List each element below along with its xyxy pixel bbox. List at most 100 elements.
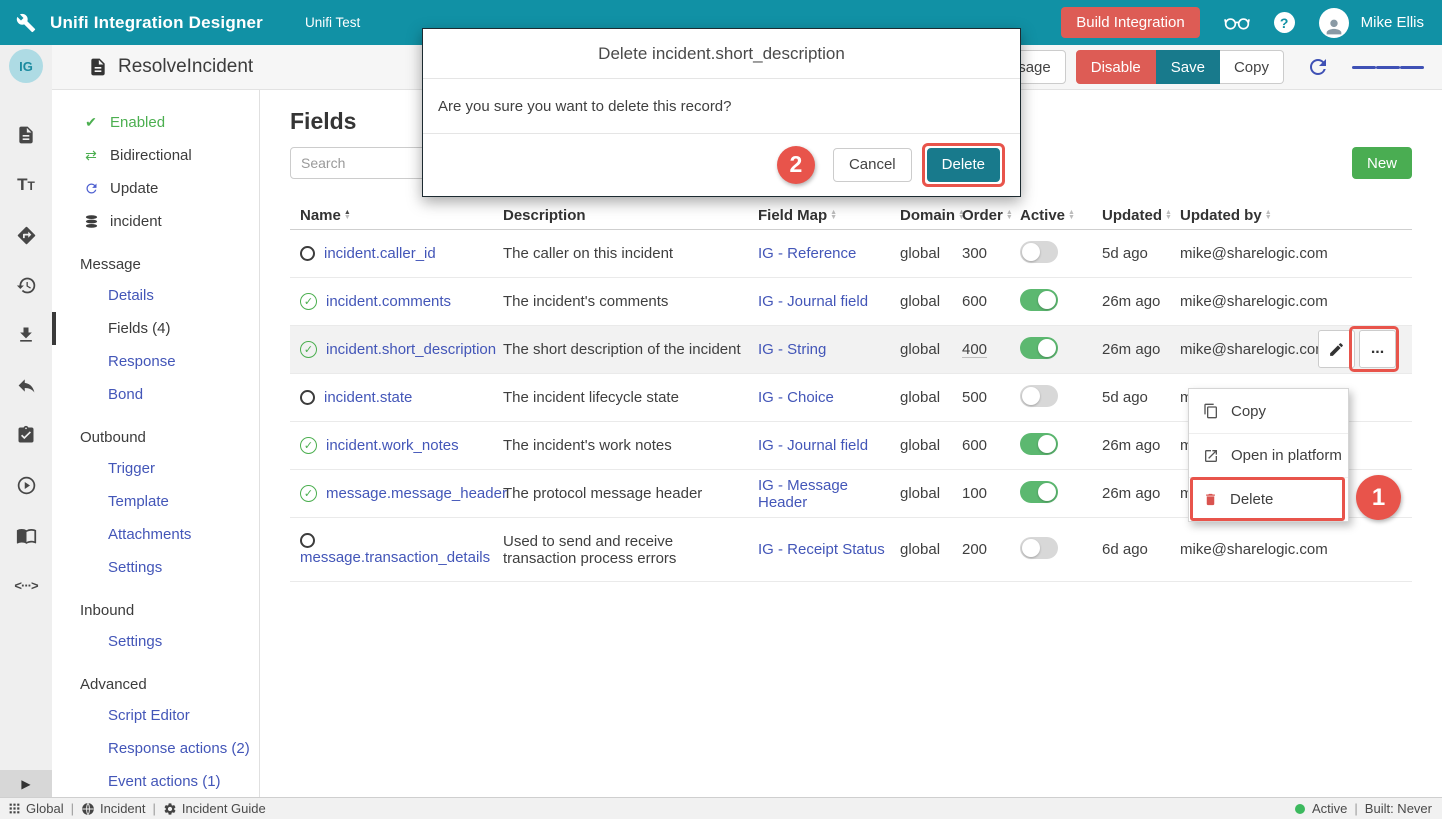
field-name-link[interactable]: incident.comments — [326, 293, 451, 310]
field-map-link[interactable]: IG - Receipt Status — [758, 541, 900, 558]
save-button[interactable]: Save — [1156, 50, 1220, 84]
table-row-selected: incident.short_description The short des… — [290, 326, 1412, 374]
status-bidirectional: ⇄ Bidirectional — [52, 139, 259, 172]
nav-item-response-actions[interactable]: Response actions (2) — [52, 732, 259, 765]
context-menu-open-in-platform[interactable]: Open in platform — [1189, 433, 1348, 477]
nav-item-fields[interactable]: Fields (4) — [52, 312, 259, 345]
nav-item-outbound-settings[interactable]: Settings — [52, 551, 259, 584]
field-map-link[interactable]: IG - String — [758, 341, 900, 358]
row-order[interactable]: 600 — [962, 437, 1020, 454]
row-order[interactable]: 300 — [962, 245, 1020, 262]
row-order[interactable]: 200 — [962, 541, 1020, 558]
field-map-link[interactable]: IG - Reference — [758, 245, 900, 262]
page-title: ResolveIncident — [118, 56, 253, 78]
build-integration-button[interactable]: Build Integration — [1061, 7, 1199, 38]
field-name-link[interactable]: incident.short_description — [326, 341, 496, 358]
refresh-icon[interactable] — [1306, 55, 1330, 79]
field-map-link[interactable]: IG - Choice — [758, 389, 900, 406]
copy-button[interactable]: Copy — [1220, 50, 1284, 84]
row-status-icon — [300, 390, 315, 405]
field-map-link[interactable]: IG - Journal field — [758, 437, 900, 454]
nav-item-script-editor[interactable]: Script Editor — [52, 699, 259, 732]
col-description[interactable]: Description — [503, 207, 758, 224]
menu-hamburger-icon[interactable] — [1352, 63, 1424, 71]
directions-icon[interactable] — [14, 223, 38, 247]
statusbar-guide[interactable]: Incident Guide — [163, 801, 266, 816]
sort-icon: ▲▼ — [1265, 210, 1272, 221]
user-name: Mike Ellis — [1361, 14, 1424, 31]
active-toggle[interactable] — [1020, 289, 1058, 311]
nav-item-bond[interactable]: Bond — [52, 378, 259, 411]
col-name[interactable]: Name▲▼ — [290, 207, 503, 224]
environment-label: Unifi Test — [305, 15, 360, 30]
sort-icon: ▲▼ — [1068, 210, 1075, 221]
row-order[interactable]: 600 — [962, 293, 1020, 310]
nav-item-inbound-settings[interactable]: Settings — [52, 625, 259, 658]
modal-title: Delete incident.short_description — [423, 29, 1020, 79]
check-icon: ✔ — [82, 114, 100, 131]
text-fields-icon[interactable]: TT — [14, 173, 38, 197]
nav-item-response[interactable]: Response — [52, 345, 259, 378]
nav-item-event-actions[interactable]: Event actions (1) — [52, 765, 259, 798]
active-toggle[interactable] — [1020, 433, 1058, 455]
row-order[interactable]: 400 — [962, 341, 1020, 358]
field-map-link[interactable]: IG - Journal field — [758, 293, 900, 310]
field-map-link[interactable]: IG - Message Header — [758, 477, 900, 511]
col-updated-by[interactable]: Updated by▲▼ — [1180, 207, 1412, 224]
table-row: message.transaction_details Used to send… — [290, 518, 1412, 582]
statusbar-application[interactable]: Incident — [81, 801, 146, 816]
document-icon — [88, 57, 108, 77]
integration-avatar[interactable]: IG — [9, 49, 43, 83]
row-updated-by: mike@sharelogic.com — [1180, 541, 1412, 558]
status-bar: Global | Incident | Incident Guide Activ… — [0, 797, 1442, 819]
docs-book-icon[interactable] — [14, 523, 38, 547]
table-row: incident.caller_id The caller on this in… — [290, 230, 1412, 278]
user-avatar[interactable] — [1319, 8, 1349, 38]
active-toggle[interactable] — [1020, 337, 1058, 359]
field-name-link[interactable]: incident.work_notes — [326, 437, 459, 454]
row-order[interactable]: 500 — [962, 389, 1020, 406]
preview-glasses-icon[interactable] — [1224, 14, 1250, 32]
play-circle-icon[interactable] — [14, 473, 38, 497]
context-menu-copy[interactable]: Copy — [1189, 389, 1348, 433]
history-icon[interactable] — [14, 273, 38, 297]
row-order[interactable]: 100 — [962, 485, 1020, 502]
code-icon[interactable]: <···> — [14, 573, 38, 597]
modal-delete-button[interactable]: Delete — [927, 148, 1000, 182]
statusbar-scope[interactable]: Global — [8, 801, 64, 816]
field-name-link[interactable]: message.message_header — [326, 485, 507, 502]
disable-button[interactable]: Disable — [1076, 50, 1156, 84]
col-field-map[interactable]: Field Map▲▼ — [758, 207, 900, 224]
active-toggle[interactable] — [1020, 481, 1058, 503]
grid-icon — [8, 802, 21, 815]
col-updated[interactable]: Updated▲▼ — [1102, 207, 1180, 224]
help-icon[interactable]: ? — [1274, 12, 1295, 33]
col-order[interactable]: Order▲▼ — [962, 207, 1020, 224]
sort-icon: ▲▼ — [344, 210, 351, 221]
download-icon[interactable] — [14, 323, 38, 347]
nav-item-template[interactable]: Template — [52, 485, 259, 518]
database-icon — [82, 214, 100, 229]
cancel-button[interactable]: Cancel — [833, 148, 912, 182]
tasks-clipboard-icon[interactable] — [14, 423, 38, 447]
globe-icon — [81, 802, 95, 816]
nav-item-details[interactable]: Details — [52, 279, 259, 312]
status-enabled: ✔ Enabled — [52, 106, 259, 139]
col-active[interactable]: Active▲▼ — [1020, 207, 1102, 224]
col-domain[interactable]: Domain▲▼ — [900, 207, 962, 224]
field-name-link[interactable]: incident.state — [324, 389, 412, 406]
nav-item-trigger[interactable]: Trigger — [52, 452, 259, 485]
status-update: Update — [52, 172, 259, 205]
active-toggle[interactable] — [1020, 385, 1058, 407]
reply-icon[interactable] — [14, 373, 38, 397]
collapse-sidebar-button[interactable]: ▶ — [0, 770, 52, 797]
active-toggle[interactable] — [1020, 241, 1058, 263]
field-name-link[interactable]: incident.caller_id — [324, 245, 436, 262]
active-toggle[interactable] — [1020, 537, 1058, 559]
field-name-link[interactable]: message.transaction_details — [300, 549, 490, 566]
modal-message: Are you sure you want to delete this rec… — [423, 79, 1020, 134]
new-button[interactable]: New — [1352, 147, 1412, 179]
documents-icon[interactable] — [14, 123, 38, 147]
nav-item-attachments[interactable]: Attachments — [52, 518, 259, 551]
row-description: Used to send and receive transaction pro… — [503, 533, 758, 567]
